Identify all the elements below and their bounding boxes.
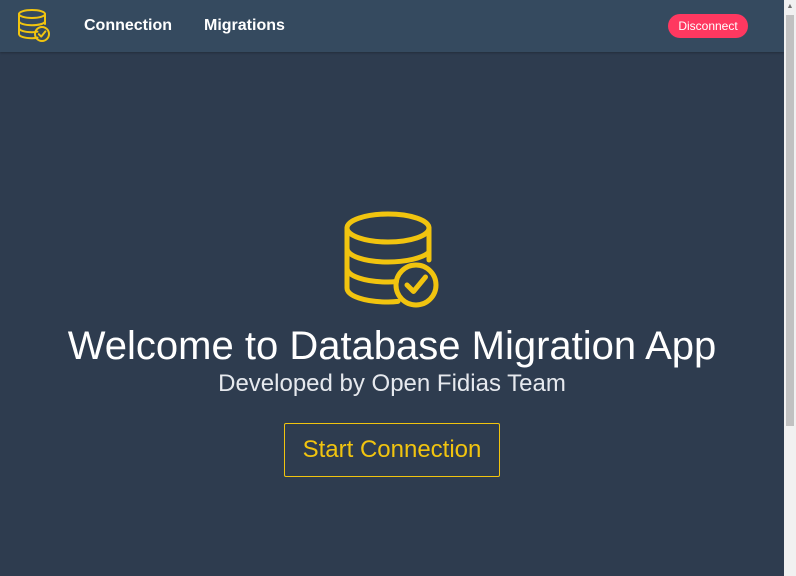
welcome-subtitle: Developed by Open Fidias Team xyxy=(218,370,566,397)
vertical-scrollbar[interactable]: ▲ xyxy=(784,0,796,576)
scrollbar-thumb[interactable] xyxy=(786,15,794,426)
disconnect-button[interactable]: Disconnect xyxy=(668,14,748,38)
nav-link-migrations[interactable]: Migrations xyxy=(204,16,285,36)
hero-database-check-icon xyxy=(340,208,444,312)
database-check-icon xyxy=(344,211,439,308)
app-page: Connection Migrations Disconnect Welcome… xyxy=(0,0,784,576)
welcome-title: Welcome to Database Migration App xyxy=(67,324,717,368)
scroll-up-arrow-icon[interactable]: ▲ xyxy=(784,0,796,14)
navbar: Connection Migrations Disconnect xyxy=(0,0,784,52)
nav-link-connection[interactable]: Connection xyxy=(84,16,172,36)
brand-logo[interactable] xyxy=(16,8,52,44)
start-connection-button[interactable]: Start Connection xyxy=(284,423,500,477)
database-check-icon xyxy=(18,9,50,42)
